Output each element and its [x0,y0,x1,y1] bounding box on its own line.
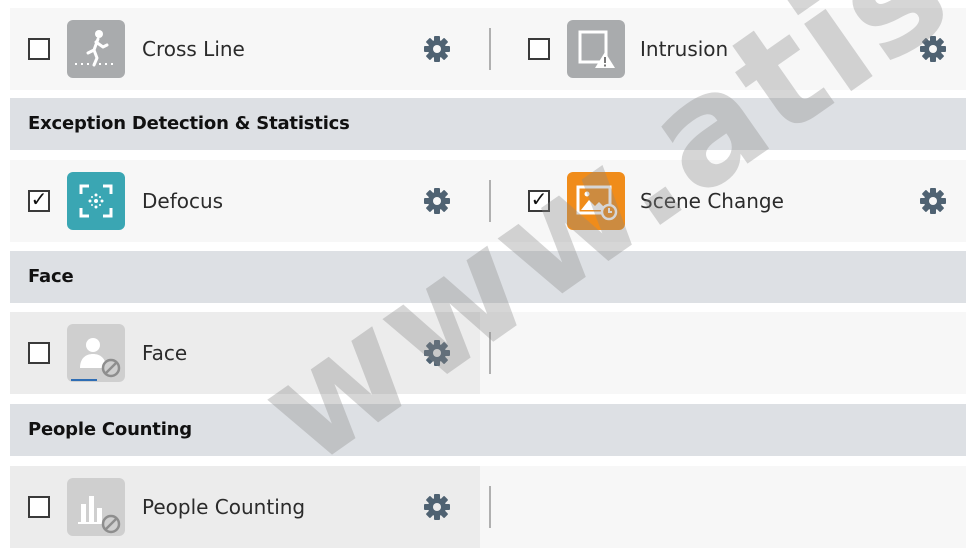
event-row-cross-line-intrusion: Cross Line Intrusion [10,8,966,90]
column-divider [489,180,491,222]
section-header-face: Face [10,251,966,303]
cross-line-checkbox[interactable] [28,38,50,60]
section-title: Face [28,266,74,287]
scene-change-settings-gear-icon[interactable] [918,186,948,216]
cross-line-icon [67,20,125,78]
scene-change-label: Scene Change [640,189,784,213]
column-divider [489,486,491,528]
defocus-icon [67,172,125,230]
defocus-label: Defocus [142,189,224,213]
smart-events-panel: Cross Line Intrusion Exception Detection… [0,0,966,550]
intrusion-icon [567,20,625,78]
cross-line-settings-gear-icon[interactable] [422,34,452,64]
face-settings-gear-icon[interactable] [422,338,452,368]
face-checkbox[interactable] [28,342,50,364]
face-disabled-icon [67,324,125,382]
event-row-defocus-scene-change: ✓ Defocus ✓ Scene Change [10,160,966,242]
column-divider [489,332,491,374]
people-counting-settings-gear-icon[interactable] [422,492,452,522]
scene-change-checkbox[interactable]: ✓ [528,187,550,212]
defocus-settings-gear-icon[interactable] [422,186,452,216]
defocus-checkbox[interactable]: ✓ [28,187,50,212]
event-row-people-counting: People Counting [10,466,966,548]
event-item-scene-change[interactable]: ✓ Scene Change [510,160,966,242]
face-label: Face [142,341,188,365]
event-item-people-counting[interactable]: People Counting [10,466,480,548]
checkmark-icon: ✓ [30,187,48,211]
event-item-cross-line[interactable]: Cross Line [10,8,480,90]
section-header-people-counting: People Counting [10,404,966,456]
column-divider [489,28,491,70]
cross-line-label: Cross Line [142,37,245,61]
checkmark-icon: ✓ [530,187,548,211]
people-counting-disabled-icon [67,478,125,536]
scene-change-icon [567,172,625,230]
event-item-intrusion[interactable]: Intrusion [510,8,966,90]
event-row-face: Face [10,312,966,394]
event-item-defocus[interactable]: ✓ Defocus [10,160,480,242]
people-counting-label: People Counting [142,495,306,519]
event-item-face[interactable]: Face [10,312,480,394]
intrusion-checkbox[interactable] [528,38,550,60]
section-title: People Counting [28,419,192,440]
section-header-exception-detection: Exception Detection & Statistics [10,98,966,150]
intrusion-label: Intrusion [640,37,729,61]
section-title: Exception Detection & Statistics [28,113,350,134]
intrusion-settings-gear-icon[interactable] [918,34,948,64]
people-counting-checkbox[interactable] [28,496,50,518]
